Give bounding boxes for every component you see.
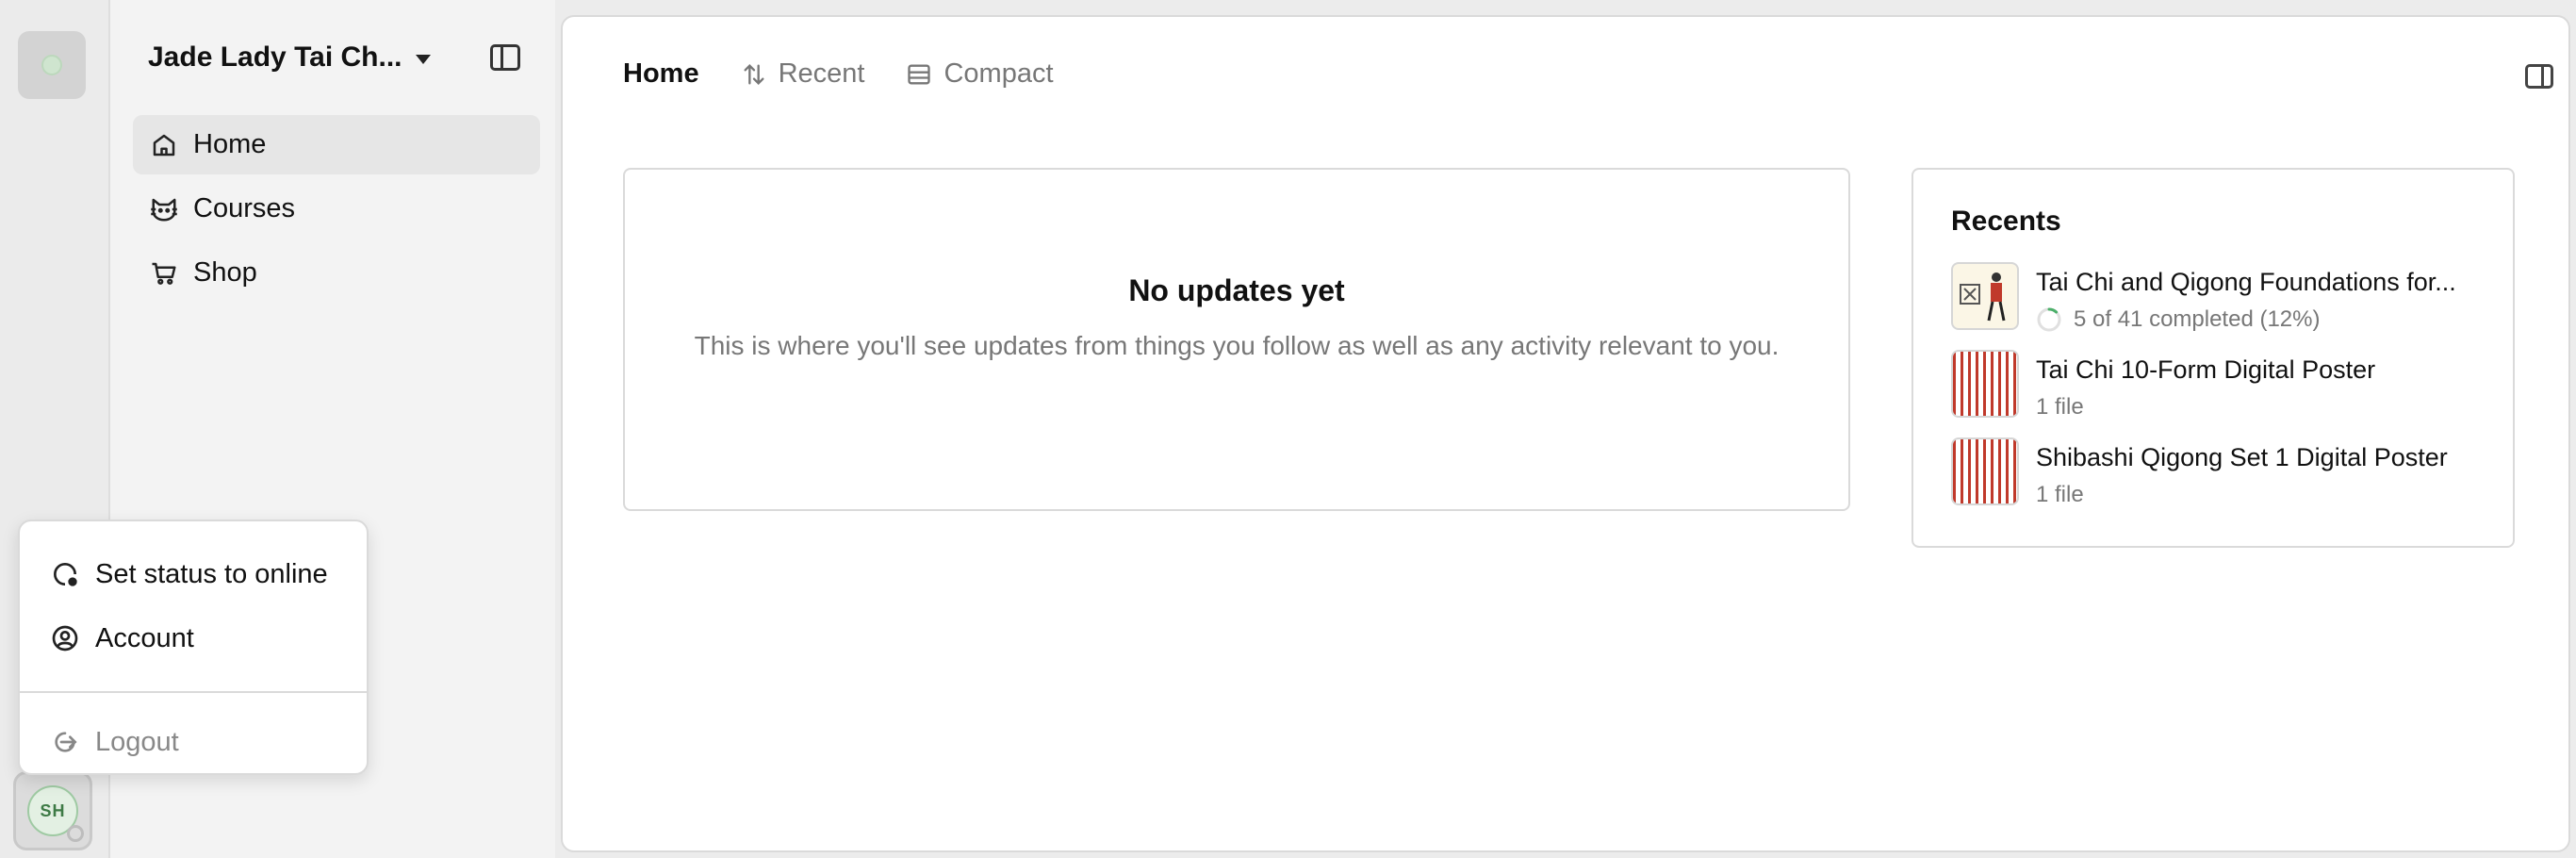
updates-empty-state: No updates yet This is where you'll see … (623, 168, 1850, 511)
account-icon (52, 625, 78, 652)
recents-card: Recents Tai Chi and Qigong Foundations f… (1911, 168, 2515, 548)
menu-divider (20, 691, 367, 693)
avatar-initials: SH (40, 800, 66, 820)
recent-item[interactable]: Shibashi Qigong Set 1 Digital Poster 1 f… (1951, 437, 2475, 525)
sidebar-item-label: Home (193, 129, 267, 159)
set-status-online-button[interactable]: Set status to online (20, 542, 367, 606)
poster-thumbnail (1951, 350, 2019, 418)
recent-item-title: Tai Chi 10-Form Digital Poster (2036, 355, 2376, 384)
recent-item-subtitle: 5 of 41 completed (12%) (2074, 306, 2321, 332)
user-avatar-button[interactable]: SH (13, 771, 92, 850)
course-thumbnail (1951, 262, 2019, 330)
user-menu-popover: Set status to online Account Logout (18, 520, 369, 775)
recent-item-progress: 5 of 41 completed (12%) (2036, 306, 2479, 333)
list-layout-icon (908, 64, 931, 84)
progress-ring-icon (2037, 307, 2061, 332)
recent-item[interactable]: Tai Chi 10-Form Digital Poster 1 file (1951, 350, 2475, 437)
menu-item-label: Account (95, 622, 194, 653)
logout-button[interactable]: Logout (20, 710, 367, 774)
recent-item[interactable]: Tai Chi and Qigong Foundations for... 5 … (1951, 262, 2475, 350)
recent-item-title: Shibashi Qigong Set 1 Digital Poster (2036, 443, 2448, 471)
sidebar-item-home[interactable]: Home (133, 115, 540, 174)
sidebar-item-shop[interactable]: Shop (133, 243, 540, 303)
space-logo-icon (41, 55, 62, 75)
recent-item-subtitle: 1 file (2036, 482, 2084, 507)
account-button[interactable]: Account (20, 606, 367, 670)
status-icon (54, 563, 77, 586)
menu-item-label: Set status to online (95, 558, 328, 589)
sidebar-item-label: Shop (193, 257, 257, 288)
sidebar-item-courses[interactable]: Courses (133, 179, 540, 239)
empty-state-title: No updates yet (1128, 273, 1345, 307)
space-name: Jade Lady Tai Ch... (148, 41, 402, 73)
recents-title: Recents (1951, 206, 2061, 237)
presence-status-icon (67, 825, 84, 842)
feed-tabs: Home Recent Compact (623, 58, 1054, 90)
courses-icon (151, 198, 177, 221)
course-thumbnail-icon (1960, 272, 2006, 322)
menu-item-label: Logout (95, 726, 179, 757)
main-panel: Home Recent Compact No updates yet This … (561, 15, 2570, 852)
tab-label: Compact (943, 58, 1054, 89)
home-icon (153, 134, 175, 156)
tab-home[interactable]: Home (623, 58, 699, 90)
tab-compact[interactable]: Compact (906, 58, 1054, 90)
recent-item-subtitle: 1 file (2036, 394, 2084, 420)
sort-arrows-icon (744, 63, 764, 85)
tab-recent[interactable]: Recent (741, 58, 865, 90)
space-switcher[interactable]: Jade Lady Tai Ch... (148, 41, 431, 74)
cart-icon (152, 262, 176, 285)
recent-item-title: Tai Chi and Qigong Foundations for... (2036, 268, 2456, 296)
tab-label: Home (623, 58, 699, 89)
caret-down-icon (415, 55, 431, 64)
empty-state-message: This is where you'll see updates from th… (694, 331, 1780, 360)
space-logo[interactable] (18, 31, 86, 99)
sidebar-nav: Home Courses Shop (133, 115, 540, 307)
sidebar-item-label: Courses (193, 193, 295, 223)
logout-icon (55, 732, 77, 752)
tab-label: Recent (778, 58, 865, 89)
collapse-sidebar-icon[interactable] (490, 44, 520, 71)
toggle-right-panel-icon[interactable] (2525, 64, 2553, 89)
poster-thumbnail (1951, 437, 2019, 505)
avatar: SH (27, 785, 84, 842)
